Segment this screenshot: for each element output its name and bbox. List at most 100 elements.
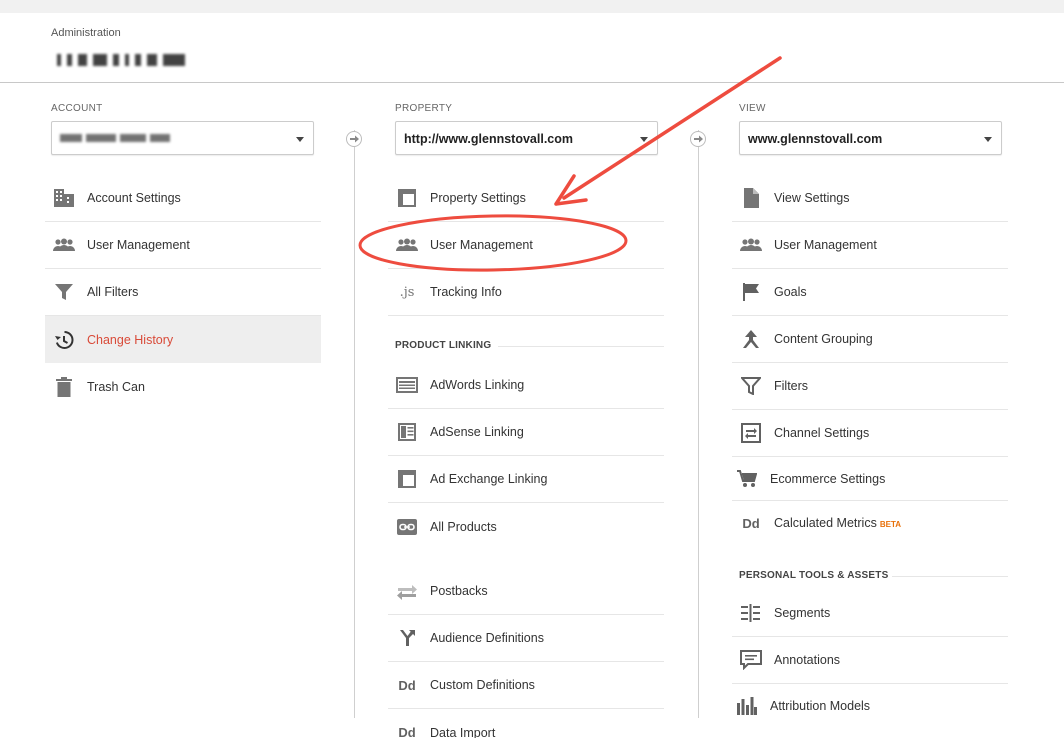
menu-item-attribution-models[interactable]: Attribution Models [732,684,1008,728]
admin-header: Administration [0,13,1064,83]
menu-item-label: AdSense Linking [430,425,524,439]
menu-item-adsense-linking[interactable]: AdSense Linking [388,409,664,456]
menu-item-view-settings[interactable]: View Settings [732,175,1008,222]
bars-icon [736,695,758,717]
menu-item-tracking-info[interactable]: .js Tracking Info [388,269,664,316]
menu-item-label: Tracking Info [430,285,502,299]
window-icon [396,187,418,209]
menu-item-property-user-management[interactable]: User Management [388,222,664,269]
menu-item-label: User Management [87,238,190,252]
menu-item-label: View Settings [774,191,850,205]
js-icon: .js [399,284,415,300]
users-icon [740,234,762,256]
users-icon [396,234,418,256]
view-selector[interactable]: www.glennstovall.com [739,121,1002,155]
menu-item-channel-settings[interactable]: Channel Settings [732,410,1008,457]
menu-item-content-grouping[interactable]: Content Grouping [732,316,1008,363]
menu-item-filters[interactable]: Filters [732,363,1008,410]
menu-item-label: Change History [87,332,174,347]
account-selector[interactable] [51,121,314,155]
page-title: Administration [51,27,121,39]
menu-item-label: Calculated Metrics [774,516,877,530]
arrow-right-icon [690,131,706,147]
account-label: ACCOUNT [51,103,103,114]
postbacks-icon [396,580,418,602]
menu-item-label: Trash Can [87,379,145,394]
adwords-icon [396,374,418,396]
redacted-account-name [57,52,222,68]
users-icon [53,234,75,256]
channel-icon [740,422,762,444]
menu-item-label: All Filters [87,285,139,299]
product-linking-menu: AdWords Linking AdSense Linking Ad Excha… [388,362,664,550]
document-icon [740,187,762,209]
property-selected-value: http://www.glennstovall.com [404,132,573,146]
menu-item-label: AdWords Linking [430,378,525,392]
menu-item-user-management[interactable]: User Management [45,222,321,269]
menu-item-label: Account Settings [87,191,181,205]
menu-item-label: User Management [430,238,533,252]
chevron-down-icon [640,137,648,142]
fork-icon [396,627,418,649]
link-icon [396,516,418,538]
property-other-menu: Postbacks Audience Definitions Dd Custom… [388,568,664,738]
product-linking-heading: PRODUCT LINKING [395,340,492,351]
menu-item-change-history[interactable]: Change History [45,316,321,363]
menu-item-adwords-linking[interactable]: AdWords Linking [388,362,664,409]
menu-item-label: Segments [774,606,831,620]
menu-item-label: Ad Exchange Linking [430,472,548,486]
menu-item-label: Content Grouping [774,332,873,346]
menu-item-label: Audience Definitions [430,631,544,645]
dd-icon: Dd [742,515,760,531]
menu-item-account-settings[interactable]: Account Settings [45,175,321,222]
menu-item-property-settings[interactable]: Property Settings [388,175,664,222]
adsense-icon [396,421,418,443]
menu-item-calculated-metrics[interactable]: Dd Calculated Metrics BETA [732,501,1008,545]
trash-icon [53,376,75,398]
menu-item-all-products[interactable]: All Products [388,503,664,550]
view-selected-value: www.glennstovall.com [748,132,883,146]
column-divider [698,130,699,718]
menu-item-annotations[interactable]: Annotations [732,637,1008,684]
property-selector[interactable]: http://www.glennstovall.com [395,121,658,155]
menu-item-label: Postbacks [430,584,488,598]
cart-icon [736,468,758,490]
view-label: VIEW [739,103,766,114]
property-menu: Property Settings User Management .js Tr… [388,175,664,316]
arrow-right-icon [346,131,362,147]
grouping-icon [740,328,762,350]
menu-item-label: Channel Settings [774,426,870,440]
menu-item-label: Goals [774,285,807,299]
menu-item-audience-definitions[interactable]: Audience Definitions [388,615,664,662]
dd-icon: Dd [398,725,416,738]
filter-icon [740,375,762,397]
menu-item-label: Custom Definitions [430,678,535,692]
menu-item-label: Annotations [774,653,841,667]
personal-tools-menu: Segments Annotations Attribution Models [732,590,1008,728]
redacted-account-value [60,132,305,144]
menu-item-trash-can[interactable]: Trash Can [45,363,321,410]
top-strip [0,0,1064,13]
menu-item-custom-definitions[interactable]: Dd Custom Definitions [388,662,664,709]
chevron-down-icon [984,137,992,142]
section-divider [498,346,664,347]
window-icon [396,468,418,490]
menu-item-ecommerce-settings[interactable]: Ecommerce Settings [732,457,1008,501]
menu-item-ad-exchange-linking[interactable]: Ad Exchange Linking [388,456,664,503]
menu-item-label: All Products [430,519,497,534]
column-divider [354,130,355,718]
menu-item-postbacks[interactable]: Postbacks [388,568,664,615]
menu-item-segments[interactable]: Segments [732,590,1008,637]
flag-icon [740,281,762,303]
menu-item-view-user-management[interactable]: User Management [732,222,1008,269]
menu-item-goals[interactable]: Goals [732,269,1008,316]
menu-item-label: Filters [774,379,809,393]
segments-icon [740,602,762,624]
menu-item-label: Data Import [430,725,496,738]
menu-item-all-filters[interactable]: All Filters [45,269,321,316]
view-menu: View Settings User Management Goals Cont… [732,175,1008,545]
personal-tools-heading: PERSONAL TOOLS & ASSETS [739,570,889,581]
menu-item-label-wrap: Calculated Metrics BETA [774,516,901,530]
chevron-down-icon [296,137,304,142]
menu-item-data-import[interactable]: Dd Data Import [388,709,664,738]
